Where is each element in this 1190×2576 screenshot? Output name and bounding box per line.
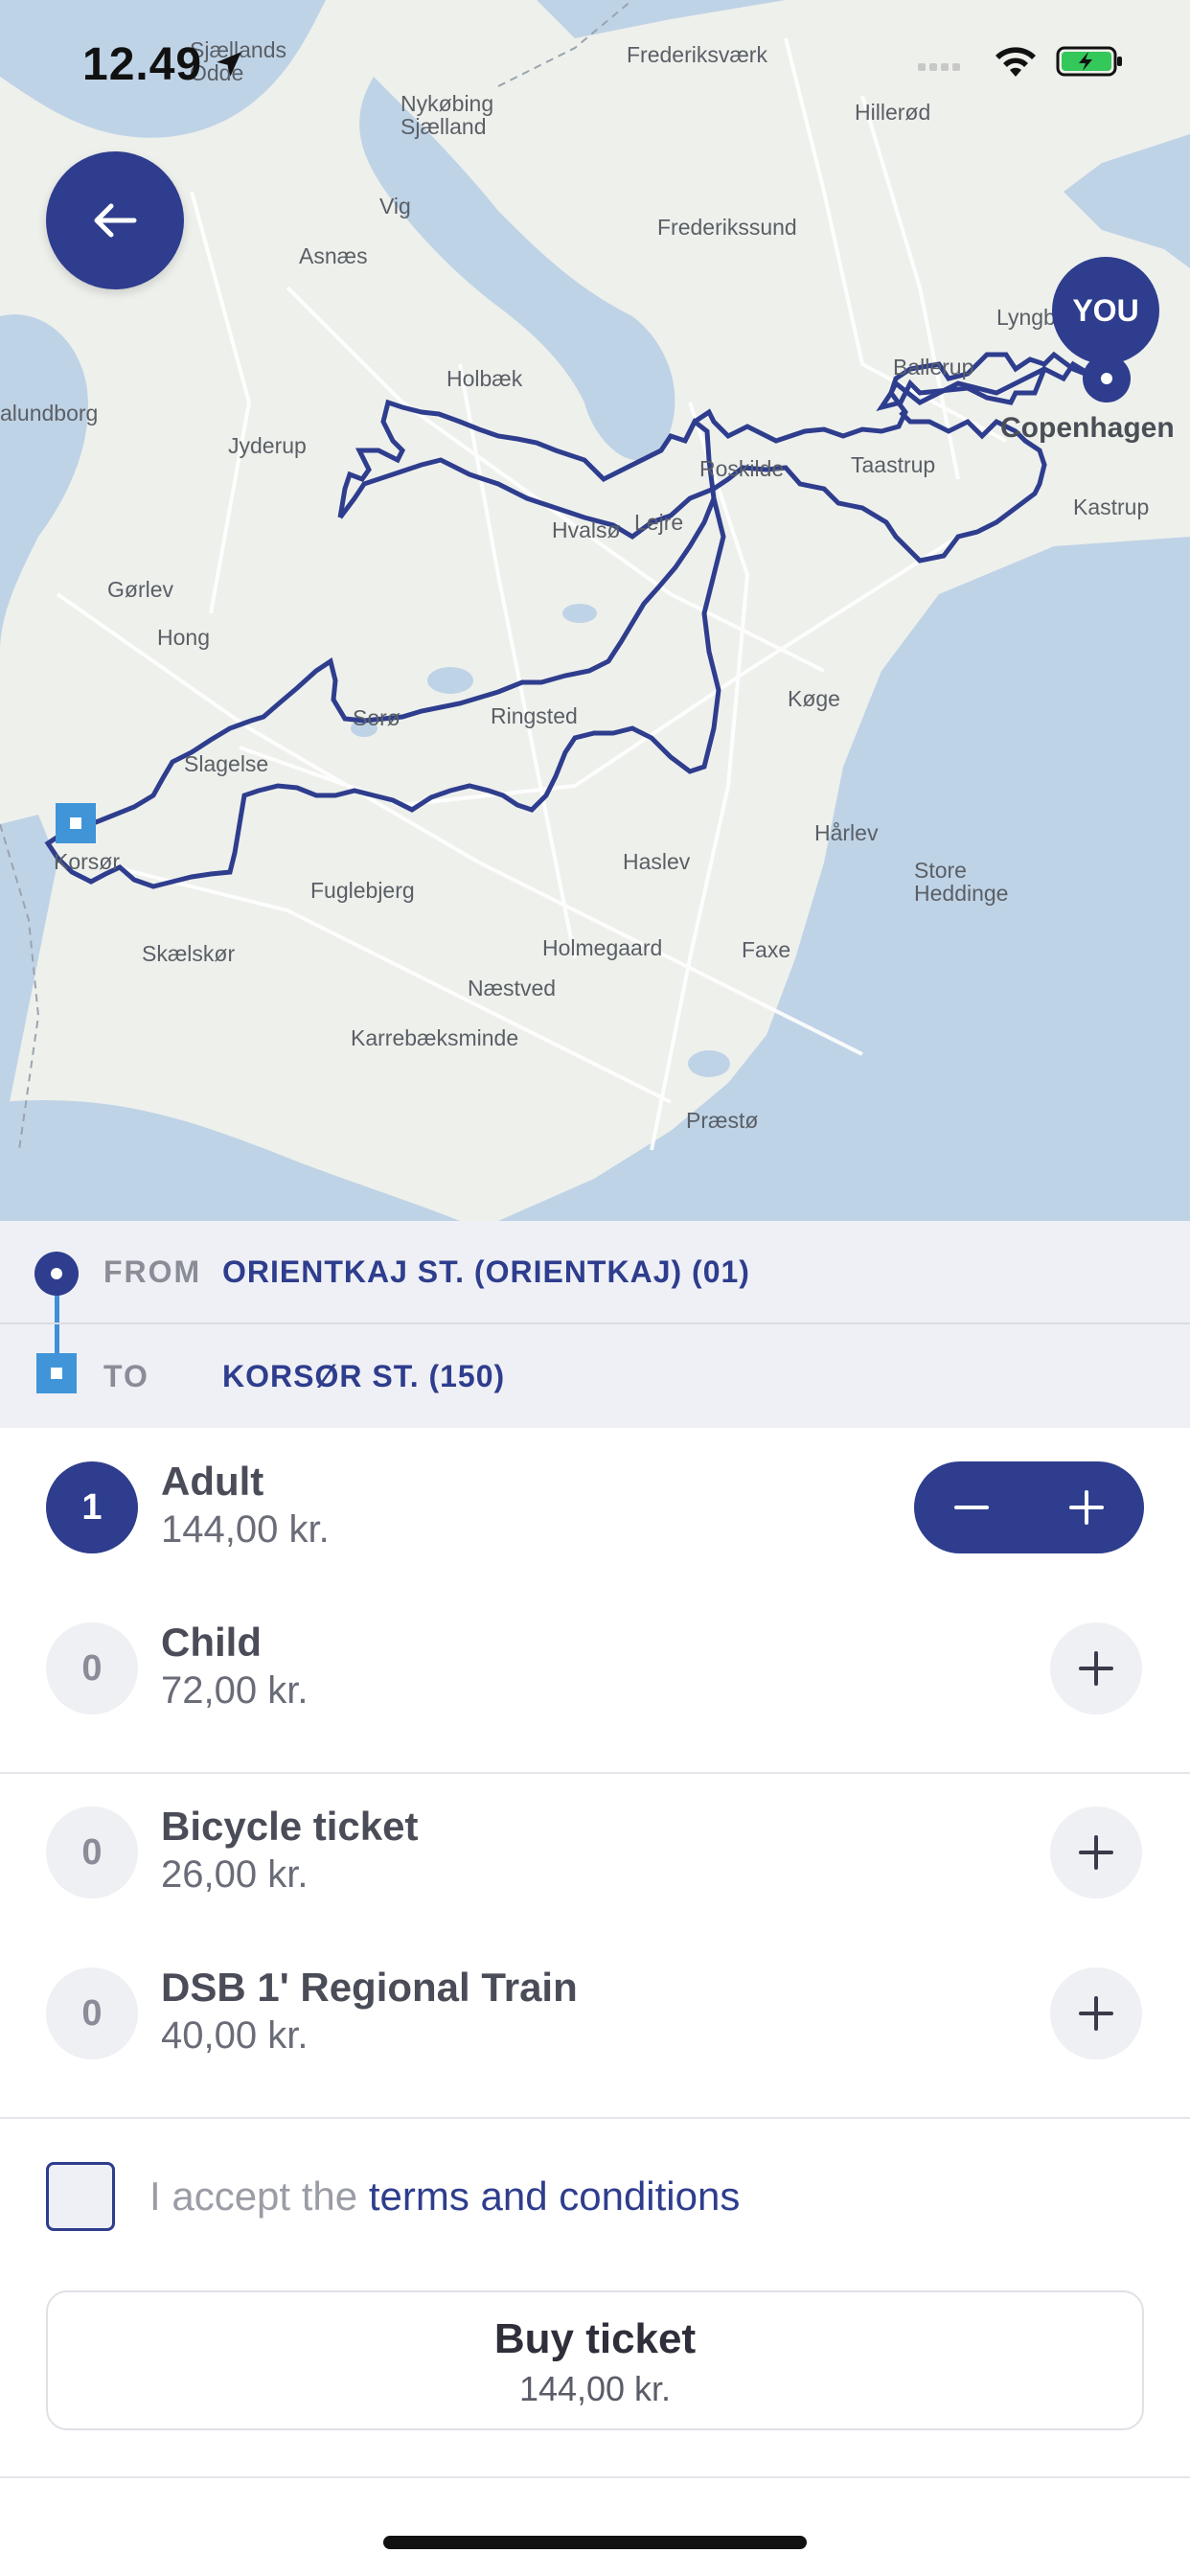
increment-button[interactable] [1029, 1461, 1144, 1553]
to-station: KORSØR ST. (150) [222, 1358, 506, 1393]
map-label-asnaes: Asnæs [299, 243, 368, 268]
map-label-slagelse: Slagelse [184, 751, 269, 776]
decrement-button[interactable] [914, 1461, 1029, 1553]
home-indicator[interactable] [383, 2536, 807, 2549]
map-label-vig: Vig [379, 194, 411, 218]
map-label-naestved: Næstved [468, 976, 557, 1000]
ticket-row-child: 0 Child 72,00 kr. [0, 1598, 1190, 1742]
ticket-price: 144,00 kr. [161, 1508, 330, 1551]
signal-icon [918, 63, 960, 71]
plus-icon [1069, 1490, 1104, 1525]
map-label-haslev: Haslev [623, 849, 691, 874]
ticket-price: 26,00 kr. [161, 1853, 309, 1896]
plus-icon [1079, 1651, 1113, 1686]
ticket-quantity: 0 [46, 1967, 138, 2059]
destination-map-marker [56, 803, 96, 843]
ticket-row-first-class: 0 DSB 1' Regional Train 40,00 kr. [0, 1944, 1190, 2087]
from-station: ORIENTKAJ ST. (ORIENTKAJ) (01) [222, 1254, 750, 1289]
arrow-left-icon [94, 203, 137, 238]
map-label-copenhagen: Copenhagen [1000, 412, 1175, 444]
ticket-row-bicycle: 0 Bicycle ticket 26,00 kr. [0, 1782, 1190, 1926]
ticket-name: Child [161, 1620, 262, 1665]
route-panel: FROM ORIENTKAJ ST. (ORIENTKAJ) (01) TO K… [0, 1221, 1190, 1428]
map-label-koge: Køge [788, 686, 840, 711]
add-child-button[interactable] [1050, 1622, 1142, 1714]
map-label-korsor: Korsør [54, 849, 120, 874]
map-label-frederikssund: Frederikssund [657, 215, 797, 240]
ticket-price: 40,00 kr. [161, 2014, 309, 2057]
ticket-quantity: 0 [46, 1622, 138, 1714]
plus-icon [1079, 1835, 1113, 1870]
ticket-name: Bicycle ticket [161, 1804, 419, 1849]
map-label-holbaek: Holbæk [446, 366, 523, 391]
route-from-row[interactable]: FROM ORIENTKAJ ST. (ORIENTKAJ) (01) [0, 1221, 1190, 1324]
ticket-quantity: 0 [46, 1806, 138, 1898]
map-label-lejre: Lejre [634, 510, 684, 535]
ticket-name: DSB 1' Regional Train [161, 1965, 578, 2010]
map-label-frederiksvaerk: Frederiksværk [627, 42, 767, 67]
to-label: TO [103, 1358, 149, 1393]
map-label-gorlev: Gørlev [107, 577, 173, 602]
buy-ticket-button[interactable]: Buy ticket 144,00 kr. [46, 2290, 1144, 2430]
route-to-row[interactable]: TO KORSØR ST. (150) [0, 1324, 1190, 1428]
you-marker-label: YOU [1072, 292, 1139, 328]
quantity-stepper [914, 1461, 1144, 1553]
location-arrow-icon [217, 52, 241, 77]
divider [0, 2117, 1190, 2119]
map-label-nykobing: Nykøbing Sjælland [400, 91, 494, 139]
divider [0, 2476, 1190, 2478]
buy-ticket-price: 144,00 kr. [518, 2369, 672, 2408]
from-label: FROM [103, 1254, 202, 1289]
map-label-jyderup: Jyderup [228, 433, 307, 458]
terms-text: I accept the terms and conditions [149, 2174, 740, 2220]
map-label-harlev: Hårlev [814, 820, 879, 845]
buy-ticket-label: Buy ticket [493, 2315, 697, 2362]
map-label-hong: Hong [157, 625, 210, 650]
status-icons [918, 44, 1125, 79]
terms-checkbox[interactable] [46, 2162, 115, 2231]
ticket-price: 72,00 kr. [161, 1669, 309, 1712]
plus-icon [1079, 1996, 1113, 2031]
terms-link[interactable]: terms and conditions [369, 2174, 741, 2219]
status-time: 12.49 [82, 39, 203, 90]
map-label-fuglebjerg: Fuglebjerg [310, 878, 415, 903]
map-canvas [0, 0, 1190, 1221]
you-marker[interactable]: YOU [1052, 257, 1159, 364]
map-label-praesto: Præstø [686, 1108, 759, 1133]
terms-prefix: I accept the [149, 2174, 369, 2219]
map-label-karrebaeksminde: Karrebæksminde [351, 1025, 519, 1050]
map-label-roskilde: Roskilde [699, 456, 785, 481]
ticket-quantity: 1 [46, 1461, 138, 1553]
map-label-taastrup: Taastrup [851, 452, 936, 477]
wifi-icon [995, 47, 1036, 77]
map-label-store-heddinge: Store Heddinge [914, 858, 1009, 906]
you-marker-pin [1083, 355, 1131, 402]
map-label-lyngby: Lyngb [996, 305, 1056, 330]
ticket-name: Adult [161, 1459, 264, 1504]
map-label-ballerup: Ballerup [893, 355, 974, 380]
map-label-skaelskor: Skælskør [142, 941, 236, 966]
battery-charging-icon [1056, 46, 1122, 77]
ticket-row-adult: 1 Adult 144,00 kr. [0, 1438, 1190, 1581]
map-label-holmegaard: Holmegaard [542, 935, 663, 960]
map-label-faxe: Faxe [742, 937, 791, 962]
map-label-ringsted: Ringsted [491, 703, 578, 728]
minus-icon [954, 1506, 989, 1509]
map-label-hvalso: Hvalsø [552, 518, 621, 542]
map-label-kalundborg: alundborg [0, 401, 99, 426]
map-label-hillerod: Hillerød [855, 100, 931, 125]
add-bicycle-button[interactable] [1050, 1806, 1142, 1898]
map-label-kastrup: Kastrup [1073, 494, 1150, 519]
map-label-soro: Sorø [353, 705, 400, 730]
back-button[interactable] [46, 151, 184, 289]
route-map[interactable]: Frederiksværk Nykøbing Sjælland Hillerød… [0, 0, 1190, 1221]
add-first-class-button[interactable] [1050, 1967, 1142, 2059]
divider [0, 1772, 1190, 1774]
